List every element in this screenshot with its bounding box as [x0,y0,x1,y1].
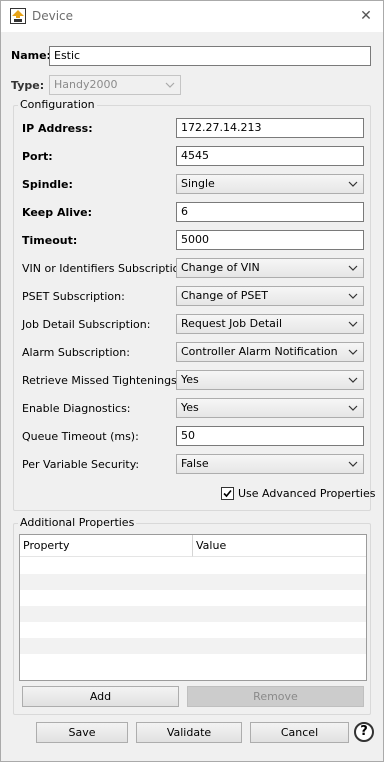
advanced-properties-checkbox[interactable] [221,487,234,500]
per-variable-security-value: False [181,457,209,470]
per-variable-security-label: Per Variable Security: [22,458,140,471]
chevron-down-icon [348,461,358,467]
port-label: Port: [22,150,53,163]
cancel-button[interactable]: Cancel [250,722,349,743]
retrieve-missed-select[interactable]: Yes [176,370,364,390]
table-row [20,574,366,590]
table-row [20,654,366,670]
close-button[interactable]: ✕ [355,5,377,27]
vin-subscription-select[interactable]: Change of VIN [176,258,364,278]
table-row [20,622,366,638]
port-input[interactable]: 4545 [176,146,364,166]
window-title: Device [32,9,74,23]
vin-subscription-value: Change of VIN [181,261,260,274]
alarm-subscription-value: Controller Alarm Notification [181,345,338,358]
column-header-value[interactable]: Value [193,535,366,557]
close-icon: ✕ [360,8,372,24]
chevron-down-icon [348,293,358,299]
vin-subscription-label: VIN or Identifiers Subscription: [22,262,191,275]
validate-button[interactable]: Validate [136,722,242,743]
chevron-down-icon [348,265,358,271]
enable-diagnostics-select[interactable]: Yes [176,398,364,418]
name-label: Name: [11,49,51,62]
remove-button[interactable]: Remove [187,686,364,707]
ip-address-label: IP Address: [22,122,93,135]
title-bar: Device ✕ [1,1,383,32]
add-button[interactable]: Add [22,686,179,707]
table-row [20,590,366,606]
help-icon[interactable]: ? [354,722,374,742]
timeout-label: Timeout: [22,234,78,247]
enable-diagnostics-value: Yes [181,401,199,414]
job-detail-subscription-select[interactable]: Request Job Detail [176,314,364,334]
type-select-value: Handy2000 [54,78,118,91]
pset-subscription-value: Change of PSET [181,289,268,302]
chevron-down-icon [348,377,358,383]
additional-properties-title: Additional Properties [18,516,137,529]
type-label: Type: [11,79,45,92]
ip-address-input[interactable]: 172.27.14.213 [176,118,364,138]
name-input[interactable]: Estic [49,46,371,66]
check-icon [223,489,232,498]
alarm-subscription-select[interactable]: Controller Alarm Notification [176,342,364,362]
queue-timeout-input[interactable]: 50 [176,426,364,446]
queue-timeout-label: Queue Timeout (ms): [22,430,139,443]
device-dialog: Device ✕ Name: Estic Type: Handy2000 Con… [0,0,384,762]
table-row [20,606,366,622]
job-detail-subscription-value: Request Job Detail [181,317,283,330]
table-row [20,558,366,574]
type-select[interactable]: Handy2000 [49,75,181,95]
chevron-down-icon [348,349,358,355]
retrieve-missed-value: Yes [181,373,199,386]
keep-alive-label: Keep Alive: [22,206,93,219]
spindle-label: Spindle: [22,178,73,191]
spindle-select-value: Single [181,177,215,190]
job-detail-subscription-label: Job Detail Subscription: [22,318,151,331]
timeout-input[interactable]: 5000 [176,230,364,250]
chevron-down-icon [348,405,358,411]
per-variable-security-select[interactable]: False [176,454,364,474]
column-header-property[interactable]: Property [20,535,193,557]
alarm-subscription-label: Alarm Subscription: [22,346,130,359]
enable-diagnostics-label: Enable Diagnostics: [22,402,131,415]
chevron-down-icon [348,181,358,187]
spindle-select[interactable]: Single [176,174,364,194]
pset-subscription-label: PSET Subscription: [22,290,125,303]
table-row [20,638,366,654]
save-button[interactable]: Save [36,722,128,743]
retrieve-missed-label: Retrieve Missed Tightenings: [22,374,181,387]
chevron-down-icon [165,82,175,88]
configuration-title: Configuration [18,98,97,111]
chevron-down-icon [348,321,358,327]
properties-table[interactable]: Property Value [19,534,367,681]
keep-alive-input[interactable]: 6 [176,202,364,222]
advanced-properties-label: Use Advanced Properties [238,487,376,500]
app-logo-icon [10,8,26,24]
pset-subscription-select[interactable]: Change of PSET [176,286,364,306]
